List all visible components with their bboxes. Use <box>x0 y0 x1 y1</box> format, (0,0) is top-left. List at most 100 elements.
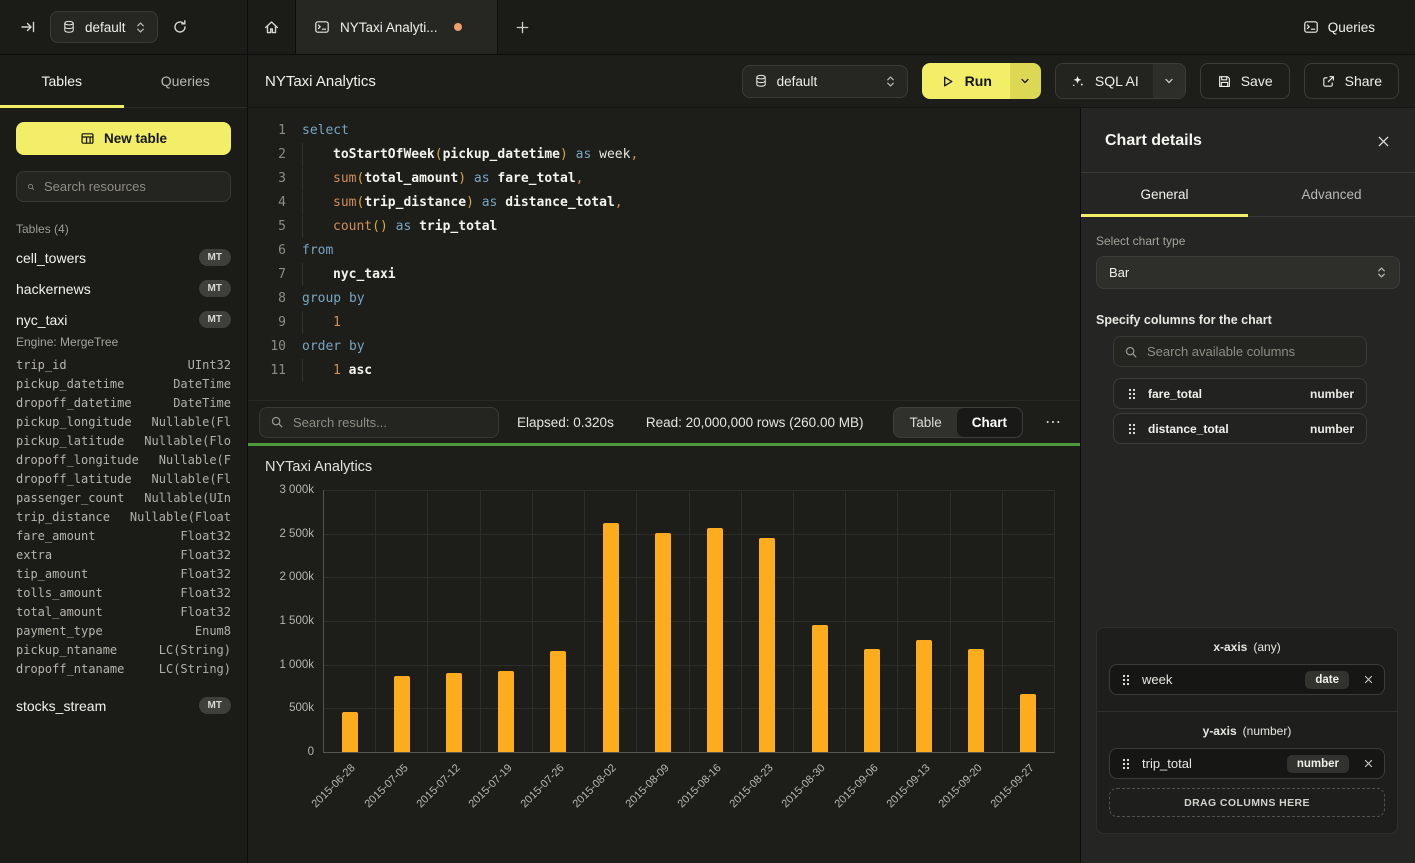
table-row[interactable]: cell_towersMT <box>0 242 247 273</box>
sql-editor[interactable]: 1select2toStartOfWeek(pickup_datetime) a… <box>248 108 1080 400</box>
column-name: fare_amount <box>16 529 95 543</box>
column-row[interactable]: dropoff_datetimeDateTime <box>0 393 247 412</box>
remove-y-axis-column-button[interactable] <box>1363 758 1374 769</box>
code-text: 1 <box>302 315 341 330</box>
database-name: default <box>85 20 126 35</box>
query-tab[interactable]: NYTaxi Analyti... <box>296 0 498 54</box>
drag-handle-icon[interactable] <box>1120 757 1132 771</box>
column-row[interactable]: total_amountFloat32 <box>0 602 247 621</box>
terminal-icon <box>1303 19 1319 35</box>
line-number: 11 <box>262 363 286 378</box>
close-panel-button[interactable] <box>1376 134 1391 149</box>
chart-view-button[interactable]: Chart <box>957 408 1022 437</box>
code-token: ( <box>435 147 443 162</box>
table-view-button[interactable]: Table <box>894 408 956 437</box>
collapse-sidebar-button[interactable] <box>20 19 36 35</box>
code-line: 11 1 asc <box>262 358 1080 382</box>
drag-handle-icon[interactable] <box>1126 387 1138 401</box>
column-row[interactable]: trip_idUInt32 <box>0 355 247 374</box>
play-icon <box>940 74 955 89</box>
topbar-database-selector[interactable]: default <box>50 11 158 43</box>
new-tab-button[interactable] <box>498 0 546 54</box>
column-type: LC(String) <box>159 643 231 657</box>
column-name: dropoff_ntaname <box>16 662 124 676</box>
chart-slot: 2015-08-02 <box>585 490 637 752</box>
column-row[interactable]: fare_amount Float32 <box>0 526 247 545</box>
drag-handle-icon[interactable] <box>1120 673 1132 687</box>
column-chip[interactable]: distance_totalnumber <box>1113 413 1367 444</box>
y-axis-column-chip[interactable]: trip_total number <box>1109 748 1385 779</box>
table-row[interactable]: hackernewsMT <box>0 273 247 304</box>
sql-ai-options-button[interactable] <box>1153 64 1185 98</box>
axis-config-box: x-axis(any) week date y-axis(number) tri… <box>1096 627 1398 834</box>
run-options-button[interactable] <box>1010 63 1041 99</box>
code-token: ) <box>458 171 466 186</box>
panel-tab-advanced[interactable]: Advanced <box>1248 173 1415 216</box>
share-icon <box>1321 74 1336 89</box>
y-axis-tick-label: 2 500k <box>279 528 324 540</box>
column-row[interactable]: pickup_latitudeNullable(Flo <box>0 431 247 450</box>
chart-bar <box>968 649 984 752</box>
sidebar-search-input[interactable] <box>44 179 220 194</box>
remove-x-axis-column-button[interactable] <box>1363 674 1374 685</box>
column-row[interactable]: pickup_longitudeNullable(Fl <box>0 412 247 431</box>
code-token: as <box>474 195 505 210</box>
engine-badge: MT <box>199 280 231 297</box>
column-row[interactable]: dropoff_latitudeNullable(Fl <box>0 469 247 488</box>
queries-button-label: Queries <box>1328 20 1375 35</box>
column-row[interactable]: dropoff_ntanameLC(String) <box>0 659 247 678</box>
save-button-label: Save <box>1241 73 1273 89</box>
chart-details-panel: Chart details General Advanced Select ch… <box>1080 108 1415 863</box>
home-button[interactable] <box>248 0 296 54</box>
column-row[interactable]: pickup_ntanameLC(String) <box>0 640 247 659</box>
panel-tab-general[interactable]: General <box>1081 173 1248 216</box>
save-button[interactable]: Save <box>1200 63 1290 99</box>
chart-type-select[interactable]: Bar <box>1096 256 1400 289</box>
drag-columns-drop-zone[interactable]: DRAG COLUMNS HERE <box>1109 788 1385 817</box>
more-options-button[interactable]: ⋯ <box>1041 412 1066 432</box>
columns-search-input[interactable] <box>1147 344 1356 359</box>
column-row[interactable]: payment_typeEnum8 <box>0 621 247 640</box>
queries-button[interactable]: Queries <box>1303 19 1375 35</box>
column-name: dropoff_longitude <box>16 453 139 467</box>
column-row[interactable]: dropoff_longitudeNullable(F <box>0 450 247 469</box>
column-chip[interactable]: fare_totalnumber <box>1113 378 1367 409</box>
column-row[interactable]: pickup_datetimeDateTime <box>0 374 247 393</box>
run-button[interactable]: Run <box>922 63 1010 99</box>
sql-ai-button[interactable]: SQL AI <box>1056 64 1153 98</box>
table-row[interactable]: stocks_streamMT <box>0 690 247 721</box>
column-type: Float32 <box>180 529 231 543</box>
results-search-input[interactable] <box>293 415 488 430</box>
sidebar-tab-queries[interactable]: Queries <box>124 55 248 107</box>
table-name: nyc_taxi <box>16 312 67 328</box>
column-name: payment_type <box>16 624 103 638</box>
column-type: Nullable(Float <box>130 510 231 524</box>
engine-badge: MT <box>199 311 231 328</box>
code-token: ) <box>560 147 568 162</box>
code-text: 1 asc <box>302 363 372 378</box>
results-toolbar: Elapsed: 0.320s Read: 20,000,000 rows (2… <box>248 400 1080 443</box>
drag-handle-icon[interactable] <box>1126 422 1138 436</box>
table-row[interactable]: nyc_taxi MT <box>0 304 247 335</box>
chart-bar <box>1020 694 1036 752</box>
column-row[interactable]: tolls_amountFloat32 <box>0 583 247 602</box>
share-button[interactable]: Share <box>1304 63 1399 99</box>
code-token: , <box>576 171 584 186</box>
close-icon <box>1376 134 1391 149</box>
x-axis-tick-label: 2015-09-06 <box>832 762 880 810</box>
sidebar: Tables Queries New table Tables (4) cell… <box>0 55 248 863</box>
toolbar-database-selector[interactable]: default <box>742 65 908 98</box>
column-row[interactable]: tip_amountFloat32 <box>0 564 247 583</box>
code-token: as <box>568 147 599 162</box>
code-text: group by <box>302 291 365 306</box>
panel-title: Chart details <box>1105 132 1202 150</box>
refresh-button[interactable] <box>172 19 188 35</box>
column-row[interactable]: passenger_countNullable(UIn <box>0 488 247 507</box>
column-row[interactable]: trip_distanceNullable(Float <box>0 507 247 526</box>
column-row[interactable]: extraFloat32 <box>0 545 247 564</box>
sidebar-tab-tables[interactable]: Tables <box>0 55 124 107</box>
x-axis-column-chip[interactable]: week date <box>1109 664 1385 695</box>
column-type: DateTime <box>173 396 231 410</box>
code-text: nyc_taxi <box>302 267 396 282</box>
new-table-button[interactable]: New table <box>16 122 231 155</box>
